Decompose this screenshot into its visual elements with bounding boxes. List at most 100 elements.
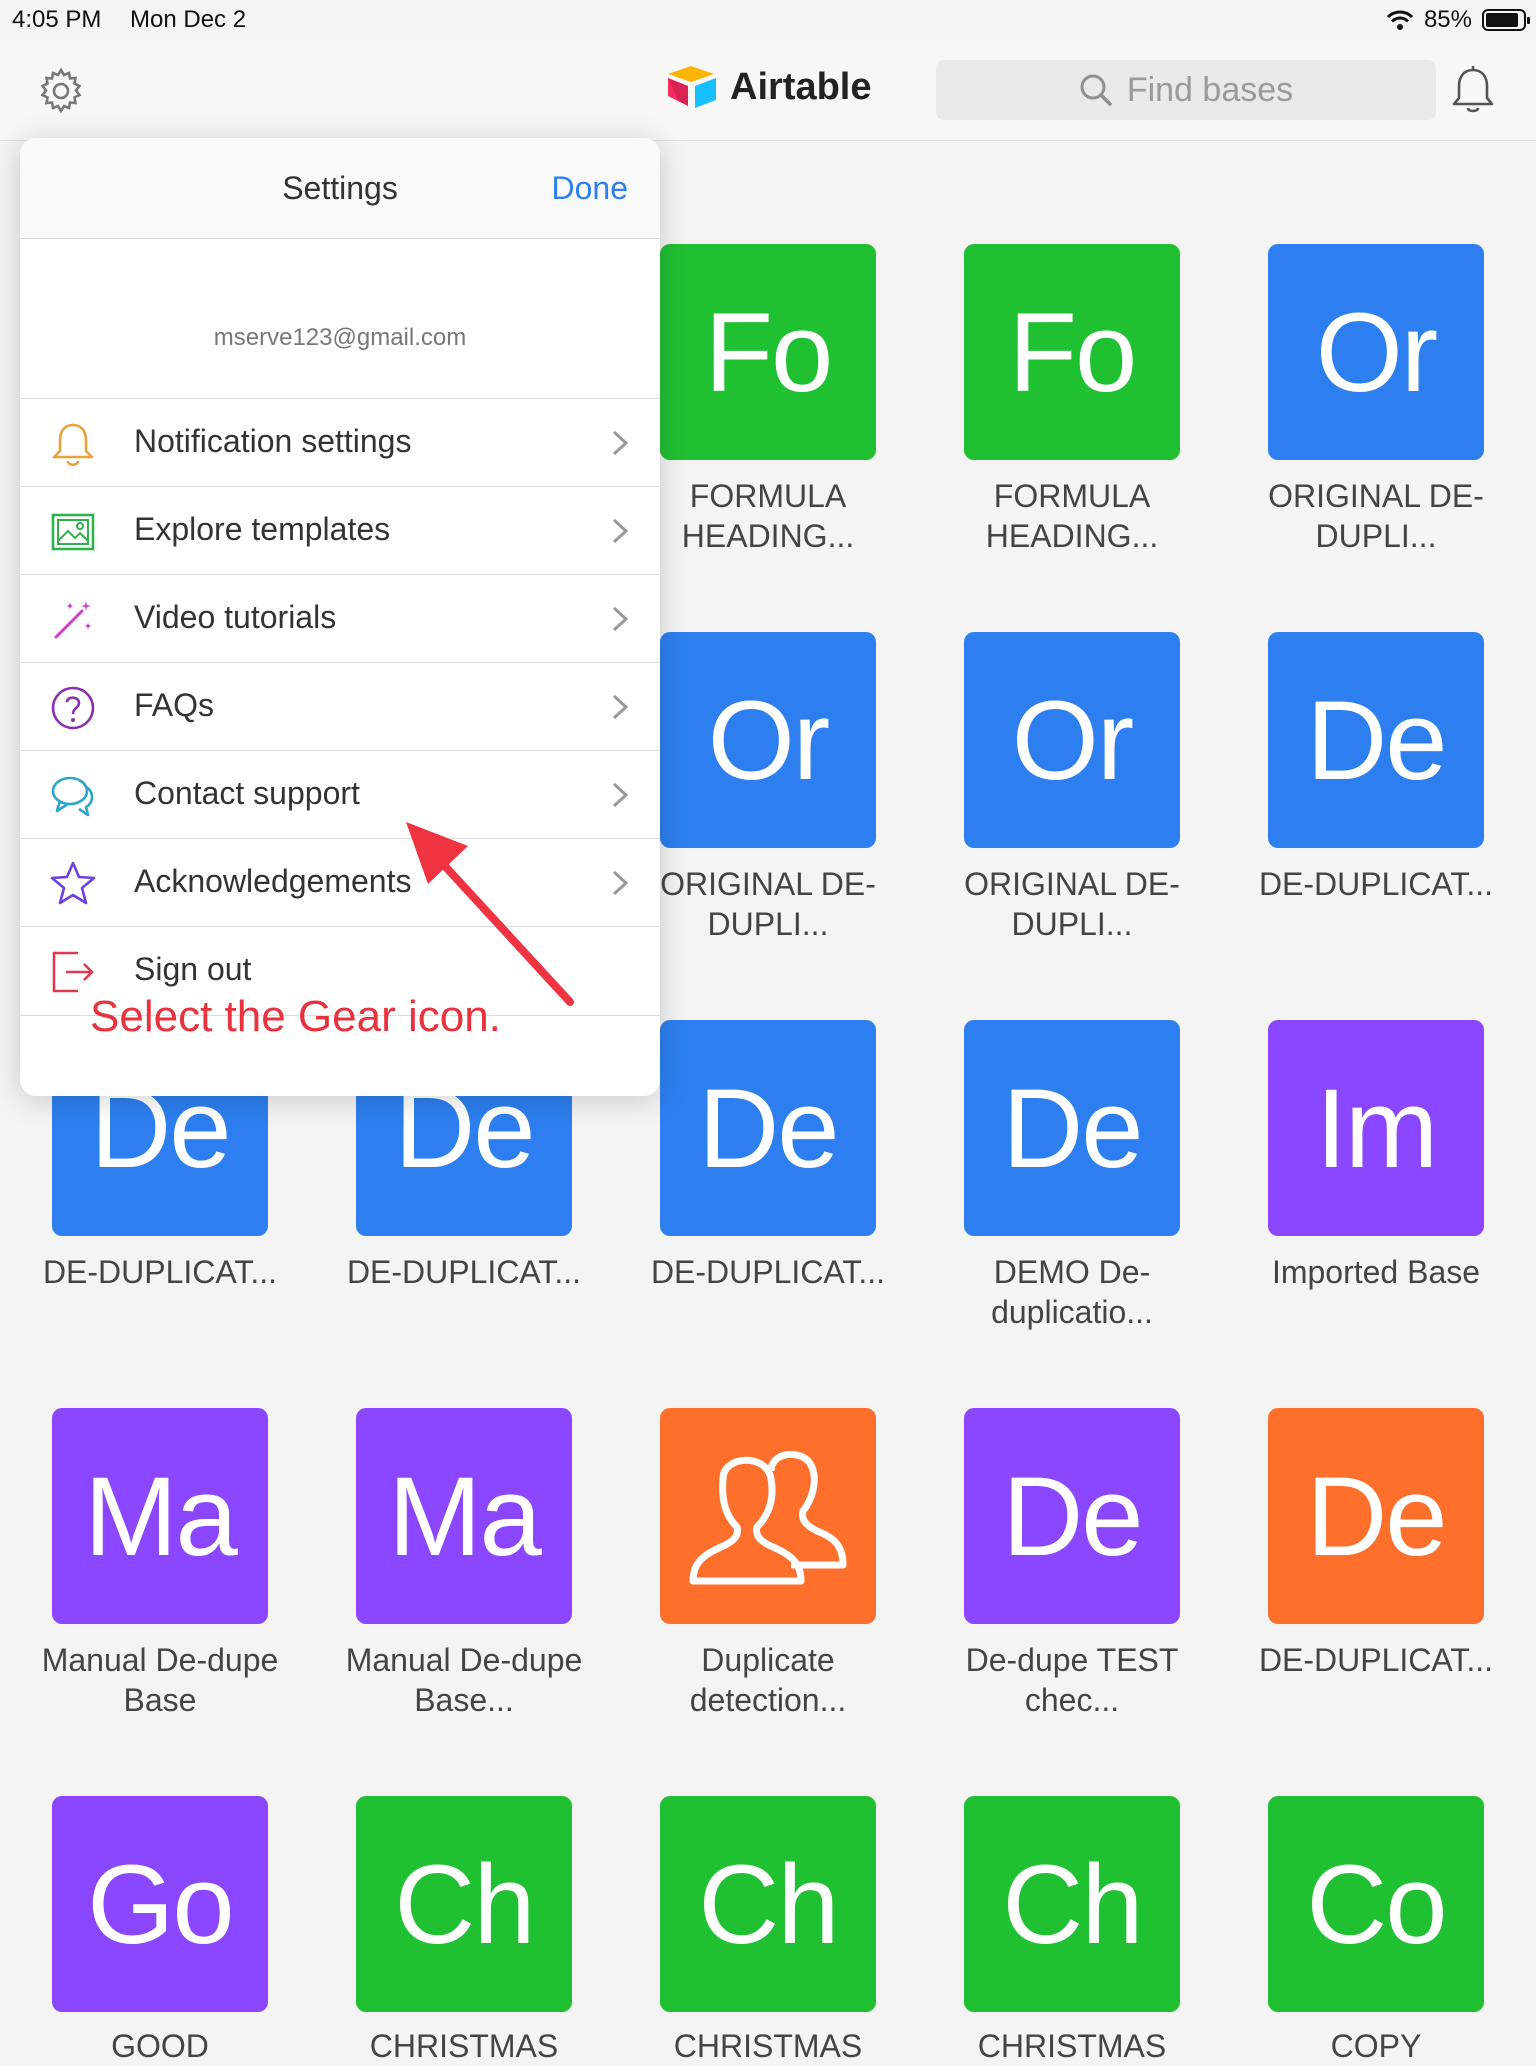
base-tile[interactable]: Ch	[356, 1796, 572, 2012]
base-tile[interactable]: Ma	[356, 1408, 572, 1624]
settings-item-video-tutorials[interactable]: Video tutorials	[20, 574, 660, 663]
sign-out-icon	[52, 951, 94, 993]
settings-item-contact-support[interactable]: Contact support	[20, 750, 660, 839]
base-abbr: De	[1306, 1453, 1447, 1579]
base-abbr: Fo	[704, 289, 834, 415]
base-tile[interactable]: De	[1268, 1408, 1484, 1624]
gear-icon[interactable]	[36, 66, 86, 116]
base-tile[interactable]: Fo	[660, 244, 876, 460]
settings-item-label: Acknowledgements	[134, 863, 412, 899]
brand-name: Airtable	[730, 65, 872, 108]
settings-item-label: FAQs	[134, 687, 215, 723]
chevron-right-icon	[612, 694, 629, 720]
settings-item-label: Explore templates	[134, 511, 391, 547]
base-name[interactable]: ORIGINAL DE-DUPLI...	[932, 864, 1212, 944]
base-name[interactable]: DE-DUPLICAT...	[1236, 1640, 1516, 1680]
status-time: 4:05 PM	[12, 6, 102, 33]
base-tile[interactable]: De	[964, 1020, 1180, 1236]
notifications-bell-icon[interactable]	[1448, 64, 1498, 118]
settings-item-label: Contact support	[134, 775, 360, 811]
base-name[interactable]: DE-DUPLICAT...	[628, 1252, 908, 1292]
status-bar: 4:05 PM Mon Dec 2 85%	[0, 0, 1536, 40]
base-name[interactable]: Manual De-dupe Base...	[324, 1640, 604, 1720]
magic-wand-icon	[54, 601, 91, 639]
base-abbr: Or	[707, 677, 830, 803]
base-tile[interactable]: Im	[1268, 1020, 1484, 1236]
base-name[interactable]: DE-DUPLICAT...	[20, 1252, 300, 1292]
base-tile[interactable]: Co	[1268, 1796, 1484, 2012]
base-tile[interactable]: Or	[964, 632, 1180, 848]
base-name[interactable]: ORIGINAL DE-DUPLI...	[1236, 476, 1516, 556]
base-abbr: Fo	[1008, 289, 1138, 415]
base-tile[interactable]: De	[964, 1408, 1180, 1624]
base-tile[interactable]: Ch	[964, 1796, 1180, 2012]
search-icon	[1080, 74, 1112, 106]
image-icon	[51, 513, 95, 551]
base-abbr: Ch	[1002, 1841, 1143, 1967]
settings-item-label: Sign out	[134, 951, 252, 987]
users-icon	[689, 1450, 847, 1585]
base-abbr: Im	[1315, 1065, 1438, 1191]
base-tile[interactable]: De	[1268, 632, 1484, 848]
base-abbr: De	[1002, 1065, 1143, 1191]
status-date: Mon Dec 2	[130, 6, 247, 33]
base-tile[interactable]: Or	[660, 632, 876, 848]
top-navbar: Airtable Find bases	[0, 40, 1536, 141]
base-abbr: Ch	[698, 1841, 839, 1967]
base-name[interactable]: DE-DUPLICAT...	[324, 1252, 604, 1292]
settings-popover: Settings Done mserve123@gmail.com Notifi…	[20, 138, 660, 1096]
base-name[interactable]: DE-DUPLICAT...	[1236, 864, 1516, 904]
base-name[interactable]: Imported Base	[1236, 1252, 1516, 1292]
bell-icon	[52, 423, 94, 467]
base-abbr: De	[1306, 677, 1447, 803]
base-name[interactable]: Manual De-dupe Base	[20, 1640, 300, 1720]
settings-item-faqs[interactable]: FAQs	[20, 662, 660, 751]
base-abbr: De	[1002, 1453, 1143, 1579]
base-name[interactable]: De-dupe TEST chec...	[932, 1640, 1212, 1720]
base-name[interactable]: CHRISTMAS	[324, 2026, 604, 2066]
base-name[interactable]: CHRISTMAS	[932, 2026, 1212, 2066]
settings-item-notification-settings[interactable]: Notification settings	[20, 398, 660, 487]
base-tile[interactable]: Or	[1268, 244, 1484, 460]
base-name[interactable]: FORMULA HEADING...	[628, 476, 908, 556]
chevron-right-icon	[612, 606, 629, 632]
base-abbr: Co	[1306, 1841, 1447, 1967]
chat-bubbles-icon	[51, 776, 94, 817]
base-tile[interactable]: Fo	[964, 244, 1180, 460]
base-abbr: Or	[1011, 677, 1134, 803]
account-email: mserve123@gmail.com	[213, 324, 467, 351]
done-button[interactable]: Done	[552, 170, 629, 207]
popover-header: Settings Done	[20, 138, 660, 239]
base-name[interactable]: CHRISTMAS	[628, 2026, 908, 2066]
base-abbr: Ma	[388, 1453, 542, 1579]
base-name[interactable]: FORMULA HEADING...	[932, 476, 1212, 556]
base-tile[interactable]: De	[660, 1020, 876, 1236]
base-tile[interactable]: Ch	[660, 1796, 876, 2012]
star-icon	[50, 861, 96, 905]
settings-item-label: Video tutorials	[134, 599, 337, 635]
instruction-annotation: Select the Gear icon.	[90, 992, 501, 1041]
base-name[interactable]: ORIGINAL DE-DUPLI...	[628, 864, 908, 944]
search-placeholder: Find bases	[1126, 70, 1294, 109]
base-abbr: De	[698, 1065, 839, 1191]
base-abbr: Ma	[84, 1453, 238, 1579]
base-abbr: Go	[87, 1841, 234, 1967]
battery-icon	[1482, 9, 1530, 31]
search-input[interactable]: Find bases	[936, 60, 1436, 120]
chevron-right-icon	[612, 518, 629, 544]
airtable-logo: Airtable	[664, 64, 871, 110]
settings-item-explore-templates[interactable]: Explore templates	[20, 486, 660, 575]
base-tile[interactable]: Ma	[52, 1408, 268, 1624]
battery-percent: 85%	[1423, 6, 1472, 33]
base-name[interactable]: Duplicate detection...	[628, 1640, 908, 1720]
base-name[interactable]: DEMO De-duplicatio...	[932, 1252, 1212, 1332]
chevron-right-icon	[612, 782, 629, 808]
settings-item-acknowledgements[interactable]: Acknowledgements	[20, 838, 660, 927]
base-tile[interactable]: Go	[52, 1796, 268, 2012]
base-abbr: Ch	[394, 1841, 535, 1967]
chevron-right-icon	[612, 870, 629, 896]
base-name[interactable]: GOOD	[20, 2026, 300, 2066]
base-name[interactable]: COPY	[1236, 2026, 1516, 2066]
base-tile[interactable]	[660, 1408, 876, 1624]
wifi-icon	[1386, 10, 1414, 30]
